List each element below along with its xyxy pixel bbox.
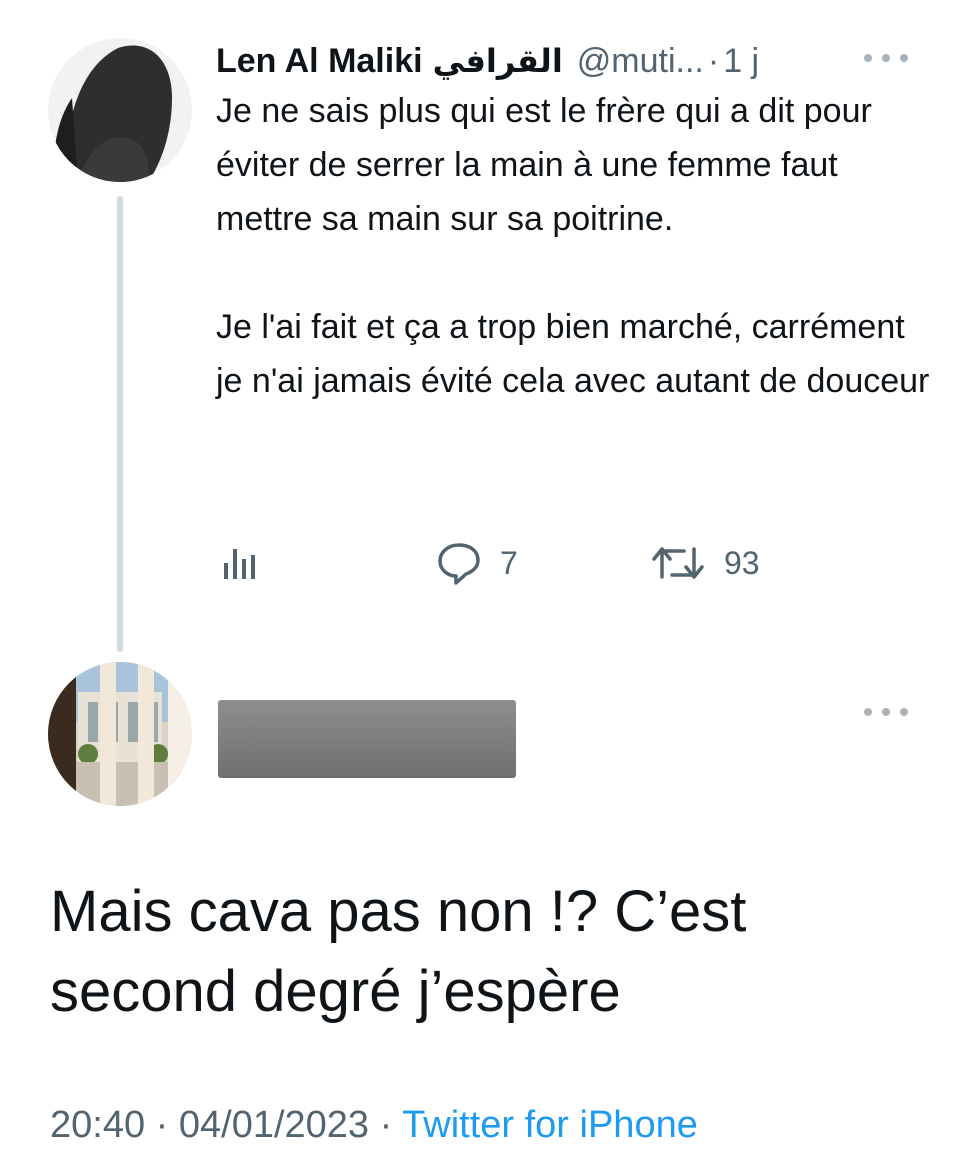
author-name[interactable]: Len Al Maliki	[216, 42, 423, 81]
more-dot	[900, 54, 908, 62]
tweet-date[interactable]: 04/01/2023	[179, 1104, 369, 1146]
thread-connector-line	[117, 196, 123, 652]
more-dot	[882, 54, 890, 62]
views-button[interactable]	[220, 538, 260, 588]
more-dot	[864, 54, 872, 62]
reply-author-avatar[interactable]	[48, 662, 192, 806]
tweet-meta: 20:40 · 04/01/2023 · Twitter for iPhone	[50, 1104, 698, 1147]
more-dot	[900, 708, 908, 716]
separator-dot: ·	[379, 1104, 403, 1146]
retweet-count: 93	[724, 544, 760, 581]
more-options-icon[interactable]	[864, 702, 908, 722]
retweet-button[interactable]: 93	[650, 538, 760, 588]
tweet-time[interactable]: 20:40	[50, 1104, 145, 1146]
reply-tweet-text: Mais cava pas non !? C’est second degré …	[50, 879, 747, 1024]
parent-tweet-header: Len Al Maliki القرافي @muti... · 1 j	[216, 36, 759, 86]
redacted-author-name	[218, 700, 516, 778]
tweet-paragraph: Je l'ai fait et ça a trop bien marché, c…	[216, 308, 930, 400]
retweet-icon	[652, 547, 704, 579]
parent-author-avatar[interactable]	[48, 38, 192, 182]
reply-button[interactable]: 7	[436, 538, 518, 588]
author-name-arabic[interactable]: القرافي	[433, 42, 563, 80]
tweet-time-ago[interactable]: 1 j	[723, 42, 759, 81]
analytics-icon	[224, 549, 255, 579]
reply-icon	[438, 543, 480, 585]
separator-dot: ·	[155, 1104, 179, 1146]
tweet-client-link[interactable]: Twitter for iPhone	[402, 1104, 698, 1146]
more-options-icon[interactable]	[864, 48, 908, 68]
parent-tweet-text: Je ne sais plus qui est le frère qui a d…	[216, 84, 936, 408]
more-dot	[882, 708, 890, 716]
tweet-paragraph: Je ne sais plus qui est le frère qui a d…	[216, 92, 872, 238]
separator-dot: ·	[707, 41, 720, 80]
reply-count: 7	[500, 544, 518, 581]
author-handle[interactable]: @muti...	[577, 42, 704, 81]
more-dot	[864, 708, 872, 716]
